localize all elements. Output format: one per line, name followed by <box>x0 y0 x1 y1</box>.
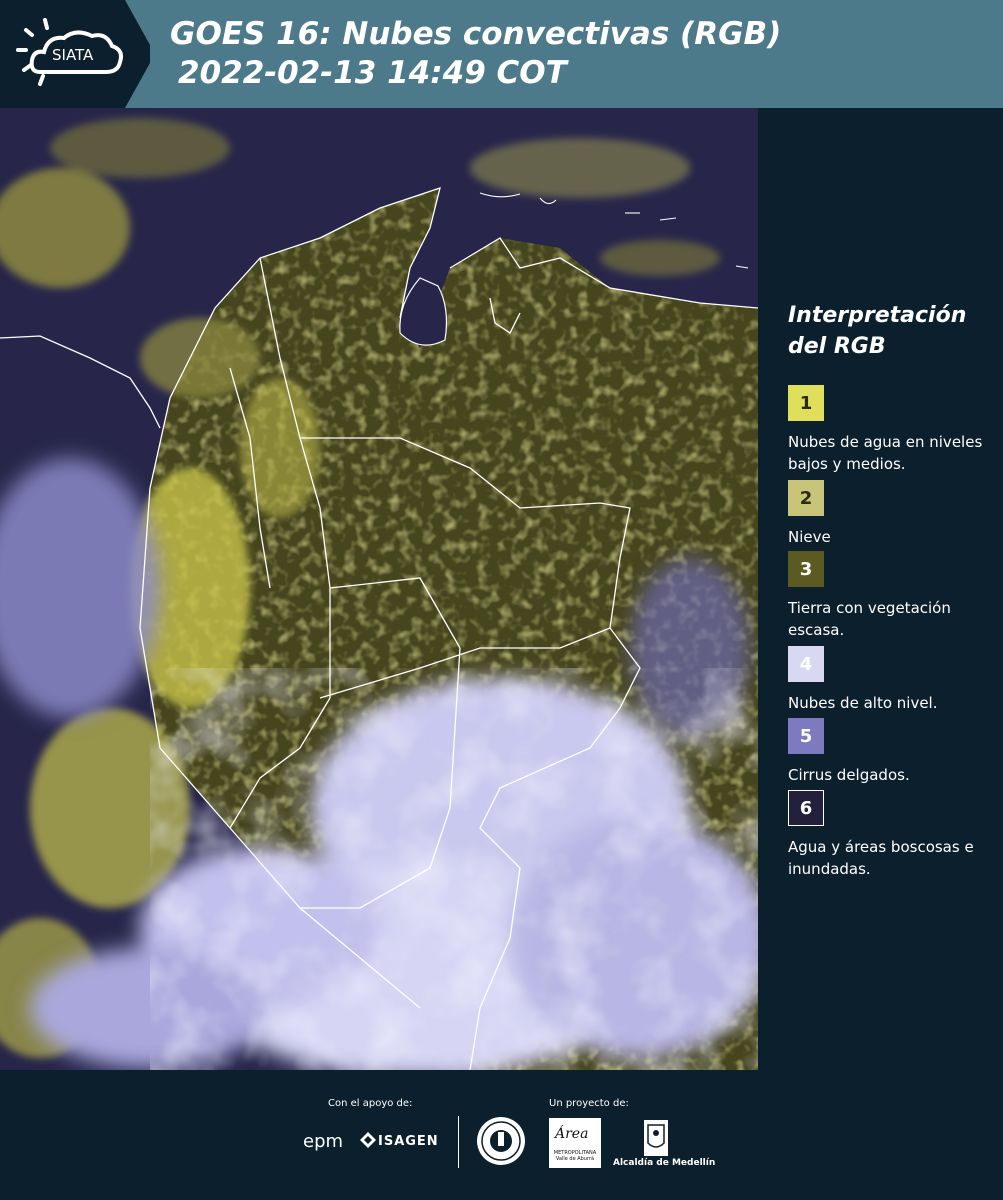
legend-swatch-2: 2 <box>788 480 824 516</box>
isagen-logo[interactable]: ISAGEN <box>378 1134 439 1149</box>
satellite-map[interactable] <box>0 108 758 1070</box>
epm-logo[interactable]: epm <box>303 1131 343 1152</box>
alcaldia-crest-icon[interactable] <box>643 1119 669 1157</box>
siata-logo-text: SIATA <box>52 46 94 64</box>
support-label: Con el apoyo de: <box>328 1098 413 1109</box>
legend-swatch-5: 5 <box>788 718 824 754</box>
legend-item-1: 1 Nubes de agua en niveles bajos y medio… <box>788 385 1000 475</box>
timestamp: 2022-02-13 14:49 COT <box>178 55 567 91</box>
legend-swatch-3: 3 <box>788 551 824 587</box>
legend-label-6: Agua y áreas boscosas e inundadas. <box>788 838 974 878</box>
area-metropolitana-logo[interactable]: Área METROPOLITANA Valle de Aburrá <box>549 1118 601 1168</box>
area-logo-text: Área <box>555 1126 589 1142</box>
page-title: GOES 16: Nubes convectivas (RGB) <box>170 16 782 52</box>
legend-label-2: Nieve <box>788 528 831 546</box>
legend-swatch-4: 4 <box>788 646 824 682</box>
legend-item-5: 5 Cirrus delgados. <box>788 718 1000 786</box>
legend-swatch-1: 1 <box>788 385 824 421</box>
legend-item-2: 2 Nieve <box>788 480 1000 548</box>
alcaldia-logo-text: Alcaldía de Medellín <box>613 1158 716 1168</box>
legend-label-1: Nubes de agua en niveles bajos y medios. <box>788 433 983 473</box>
legend-panel: Interpretación del RGB 1 Nubes de agua e… <box>760 108 1003 1070</box>
legend-item-4: 4 Nubes de alto nivel. <box>788 646 1000 714</box>
footer-bar: Con el apoyo de: Un proyecto de: epm ISA… <box>0 1070 1003 1200</box>
siata-logo[interactable]: SIATA <box>0 0 150 108</box>
legend-label-4: Nubes de alto nivel. <box>788 694 938 712</box>
area-logo-sub: METROPOLITANA Valle de Aburrá <box>553 1150 597 1162</box>
legend-label-5: Cirrus delgados. <box>788 766 910 784</box>
medellin-seal-icon[interactable] <box>476 1116 526 1166</box>
satellite-image <box>0 108 758 1070</box>
legend-label-3: Tierra con vegetación escasa. <box>788 599 951 639</box>
project-label: Un proyecto de: <box>549 1098 629 1109</box>
legend-item-3: 3 Tierra con vegetación escasa. <box>788 551 1000 641</box>
header-bar: SIATA GOES 16: Nubes convectivas (RGB) 2… <box>0 0 1003 108</box>
footer-divider <box>458 1116 459 1168</box>
legend-title: Interpretación del RGB <box>788 303 967 359</box>
isagen-mark-icon <box>360 1132 376 1148</box>
legend-swatch-6: 6 <box>788 790 824 826</box>
legend-item-6: 6 Agua y áreas boscosas e inundadas. <box>788 790 1000 880</box>
